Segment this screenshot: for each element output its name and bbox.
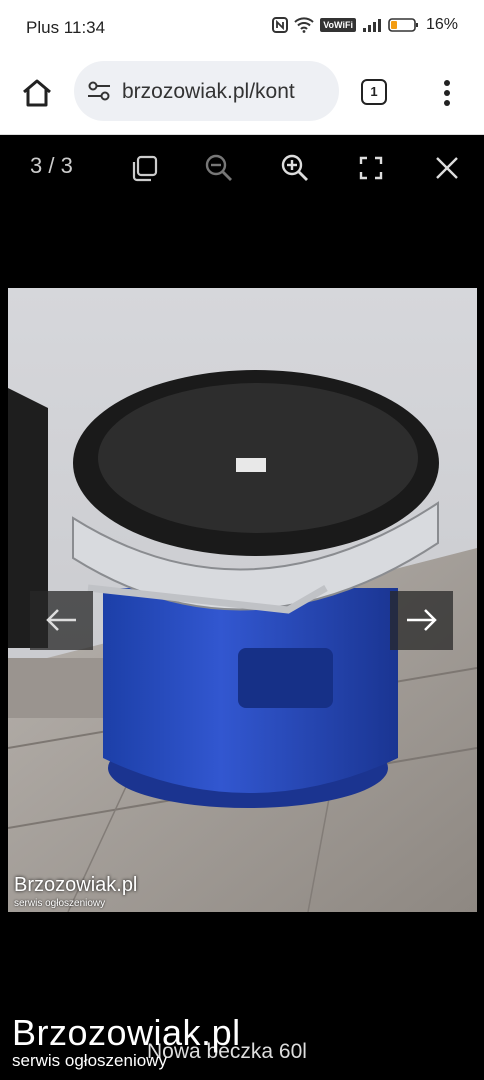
arrow-right-icon — [407, 609, 437, 631]
status-icons: VoWiFi 16% — [272, 16, 458, 34]
image-counter: 3 / 3 — [30, 153, 73, 178]
address-bar[interactable]: brzozowiak.pl/kont — [74, 61, 339, 121]
battery-icon — [388, 18, 418, 32]
zoom-in-icon[interactable] — [280, 153, 310, 183]
nfc-icon — [272, 17, 289, 33]
carrier-time: Plus 11:34 — [26, 18, 106, 37]
copy-icon[interactable] — [130, 153, 160, 183]
status-bar: Plus 11:34 VoWiFi 16% — [0, 0, 484, 56]
url-text[interactable]: brzozowiak.pl/kont — [122, 80, 295, 104]
photo-watermark: Brzozowiak.pl — [14, 874, 138, 896]
photo-watermark-subtitle: serwis ogłoszeniowy — [14, 898, 106, 909]
browser-toolbar: brzozowiak.pl/kont 1 — [0, 56, 484, 135]
wifi-icon — [294, 17, 314, 33]
gallery-toolbar: 3 / 3 — [0, 135, 484, 205]
zoom-out-icon[interactable] — [204, 153, 234, 183]
next-image-button[interactable] — [390, 591, 453, 650]
tab-switcher-button[interactable]: 1 — [361, 79, 387, 105]
footer-watermark-subtitle: serwis ogłoszeniowy — [12, 1051, 167, 1070]
vowifi-badge: VoWiFi — [320, 18, 356, 32]
battery-level: 16% — [425, 16, 458, 33]
gallery-photo[interactable] — [8, 288, 477, 912]
prev-image-button[interactable] — [30, 591, 93, 650]
site-settings-icon[interactable] — [86, 79, 112, 103]
signal-icon — [362, 19, 381, 32]
arrow-left-icon — [46, 609, 76, 631]
close-icon[interactable] — [432, 153, 462, 183]
more-menu-icon[interactable] — [436, 78, 458, 108]
footer-watermark: Brzozowiak.pl — [12, 1012, 241, 1053]
fullscreen-icon[interactable] — [356, 153, 386, 183]
home-icon[interactable] — [20, 76, 54, 110]
